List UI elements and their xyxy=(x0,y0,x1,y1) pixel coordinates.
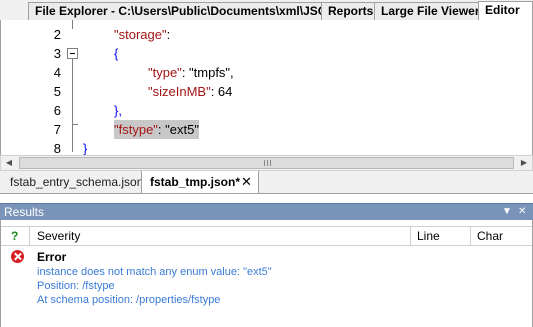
scroll-left-icon[interactable]: ◀ xyxy=(1,156,17,170)
horizontal-scrollbar[interactable]: ◀ ▶ xyxy=(0,155,533,171)
error-severity: Error xyxy=(37,250,67,264)
tab-file-explorer[interactable]: File Explorer - C:\Users\Public\Document… xyxy=(28,2,343,20)
line-number: 4 xyxy=(53,65,61,80)
scroll-grip-icon xyxy=(264,160,272,166)
json-key-highlighted: "fstype" xyxy=(114,122,158,137)
json-value-highlighted: : "ext5" xyxy=(157,122,199,137)
code-line: 2 "storage": xyxy=(1,25,532,44)
column-header-char[interactable]: Char xyxy=(477,227,503,246)
json-key: "type" xyxy=(148,65,182,80)
error-message[interactable]: instance does not match any enum value: … xyxy=(37,266,272,278)
close-icon[interactable]: ✕ xyxy=(518,204,526,220)
json-key: "storage" xyxy=(114,27,167,42)
code-line: 7 "fstype": "ext5" xyxy=(1,120,532,139)
column-divider xyxy=(470,227,471,246)
scrollbar-thumb[interactable] xyxy=(19,157,514,169)
json-value: : "tmpfs", xyxy=(181,65,234,80)
tab-editor[interactable]: Editor xyxy=(478,1,533,21)
fold-minus-icon[interactable] xyxy=(67,48,78,59)
scroll-right-icon[interactable]: ▶ xyxy=(516,156,532,170)
file-tab-bar: fstab_entry_schema.json fstab_tmp.json* … xyxy=(0,171,533,194)
code-line: 5 "sizeInMB": 64 xyxy=(1,82,532,101)
column-divider xyxy=(29,227,30,246)
dropdown-icon[interactable]: ▼ xyxy=(502,204,512,220)
column-header-severity[interactable]: Severity xyxy=(37,227,80,246)
line-number: 2 xyxy=(53,27,61,42)
column-header-line[interactable]: Line xyxy=(417,227,440,246)
results-column-header: ? Severity Line Char xyxy=(1,226,532,246)
error-position[interactable]: Position: /fstype xyxy=(37,280,115,292)
error-circle-icon xyxy=(11,250,24,263)
code-line: 4 "type": "tmpfs", xyxy=(1,63,532,82)
results-title: Results xyxy=(4,205,45,219)
error-schema-position[interactable]: At schema position: /properties/fstype xyxy=(37,294,220,306)
json-key: "sizeInMB" xyxy=(148,84,211,99)
json-value: : 64 xyxy=(210,84,233,99)
document-tab-bar: File Explorer - C:\Users\Public\Document… xyxy=(0,0,533,21)
json-punct: : xyxy=(166,27,171,42)
tab-reports[interactable]: Reports xyxy=(321,2,381,20)
line-number: 7 xyxy=(53,122,61,137)
file-tab-label: fstab_tmp.json* xyxy=(150,175,241,189)
tab-large-file-viewer[interactable]: Large File Viewer xyxy=(374,2,487,20)
line-number: 5 xyxy=(53,84,61,99)
results-panel: ? Severity Line Char Error instance does… xyxy=(0,220,533,327)
tab-bar-corner xyxy=(0,0,28,20)
close-tab-icon[interactable]: ✕ xyxy=(241,171,252,193)
code-line: 6 }, xyxy=(1,101,532,120)
severity-filter-icon[interactable]: ? xyxy=(11,227,18,246)
line-number: 6 xyxy=(53,103,61,118)
json-brace: { xyxy=(114,46,119,61)
json-brace: }, xyxy=(114,103,122,118)
code-editor[interactable]: 2 "storage": 3 { 4 "type": "tmpfs", 5 "s… xyxy=(0,20,533,156)
results-panel-header: Results ▼ ✕ xyxy=(0,203,533,220)
column-divider xyxy=(410,227,411,246)
code-line: 3 { xyxy=(1,44,532,63)
file-tab-fstab-entry-schema[interactable]: fstab_entry_schema.json xyxy=(2,171,151,193)
line-number: 3 xyxy=(53,46,61,61)
